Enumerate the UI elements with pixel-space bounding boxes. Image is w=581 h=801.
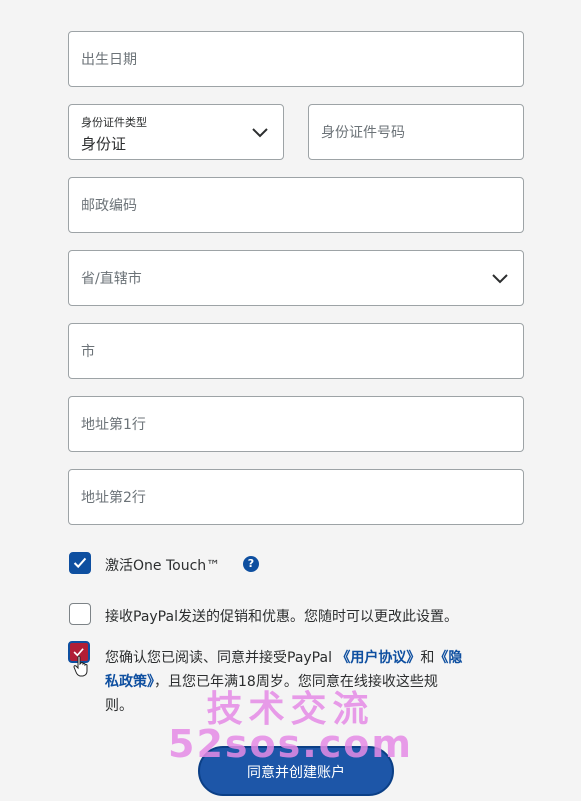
promo-label: 接收PayPal发送的促销和优惠。您随时可以更改此设置。 — [105, 609, 458, 625]
id-type-select[interactable]: 身份证件类型 身份证 — [68, 104, 284, 160]
agreement-and: 和 — [420, 650, 435, 666]
agreement-text: 您确认您已阅读、同意并接受PayPal — [105, 650, 332, 666]
agreement-text-line1: 您确认您已阅读、同意并接受PayPal 《用户协议》和《隐 — [105, 647, 462, 667]
address-line1-placeholder: 地址第1行 — [81, 417, 146, 433]
agree-create-account-button[interactable]: 同意并创建账户 — [198, 746, 394, 796]
address-line2-input[interactable]: 地址第2行 — [68, 469, 524, 525]
id-type-value: 身份证 — [81, 135, 127, 153]
postal-code-input[interactable]: 邮政编码 — [68, 177, 524, 233]
agreement-text-line3: 则。 — [105, 698, 133, 714]
privacy-policy-link-part2[interactable]: 私政策》 — [105, 674, 154, 690]
checkmark-icon — [73, 557, 87, 569]
hand-cursor-icon — [73, 655, 88, 677]
city-placeholder: 市 — [81, 344, 95, 360]
privacy-policy-link-part1[interactable]: 《隐 — [434, 650, 462, 666]
birthdate-input[interactable]: 出生日期 — [68, 31, 524, 87]
province-select[interactable]: 省/直辖市 — [68, 250, 524, 306]
address-line2-placeholder: 地址第2行 — [81, 490, 146, 506]
province-placeholder: 省/直辖市 — [81, 271, 142, 287]
id-type-label: 身份证件类型 — [81, 116, 147, 129]
agreement-text-line2: 私政策》，且您已年满18周岁。您同意在线接收这些规 — [105, 671, 438, 691]
chevron-down-icon — [252, 128, 268, 138]
postal-code-placeholder: 邮政编码 — [81, 198, 137, 214]
chevron-down-icon — [492, 274, 508, 284]
agreement-age-text: ，且您已年满18周岁。您同意在线接收这些规 — [154, 674, 438, 690]
city-input[interactable]: 市 — [68, 323, 524, 379]
one-touch-label: 激活One Touch™ — [105, 558, 221, 574]
help-icon[interactable]: ? — [243, 556, 259, 572]
birthdate-placeholder: 出生日期 — [81, 52, 137, 68]
id-number-placeholder: 身份证件号码 — [321, 125, 405, 141]
one-touch-checkbox[interactable] — [69, 552, 91, 574]
promo-checkbox[interactable] — [69, 603, 91, 625]
address-line1-input[interactable]: 地址第1行 — [68, 396, 524, 452]
user-agreement-link[interactable]: 《用户协议》 — [336, 650, 420, 666]
id-number-input[interactable]: 身份证件号码 — [308, 104, 524, 160]
